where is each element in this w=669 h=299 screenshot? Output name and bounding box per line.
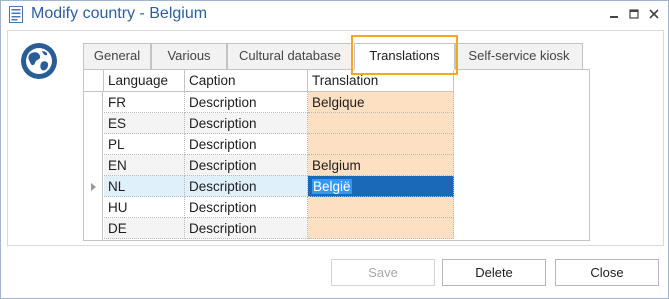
tab-various[interactable]: Various bbox=[151, 43, 227, 69]
cell-translation[interactable]: Belgium bbox=[308, 155, 454, 176]
table-row[interactable]: PL Description bbox=[84, 134, 454, 155]
cell-caption[interactable]: Description bbox=[185, 218, 308, 239]
modify-country-dialog: Modify country - Belgium General Various bbox=[0, 0, 669, 299]
cell-language[interactable]: EN bbox=[104, 155, 185, 176]
globe-icon bbox=[21, 43, 57, 79]
cell-caption[interactable]: Description bbox=[185, 155, 308, 176]
document-icon bbox=[9, 6, 23, 23]
title-bar[interactable]: Modify country - Belgium bbox=[1, 1, 668, 29]
tab-label: Self-service kiosk bbox=[468, 48, 570, 63]
cell-language[interactable]: NL bbox=[104, 176, 185, 197]
cell-caption[interactable]: Description bbox=[185, 197, 308, 218]
table-row[interactable]: EN Description Belgium bbox=[84, 155, 454, 176]
cell-translation-editor[interactable]: België bbox=[308, 176, 454, 197]
table-row[interactable]: HU Description bbox=[84, 197, 454, 218]
cell-caption[interactable]: Description bbox=[185, 92, 308, 113]
column-header-translation[interactable]: Translation bbox=[308, 70, 454, 92]
table-row[interactable]: FR Description Belgique bbox=[84, 92, 454, 113]
close-icon[interactable] bbox=[645, 6, 663, 22]
cell-translation[interactable] bbox=[308, 197, 454, 218]
tab-self-service-kiosk[interactable]: Self-service kiosk bbox=[455, 43, 583, 69]
save-button[interactable]: Save bbox=[331, 259, 435, 286]
cell-language[interactable]: DE bbox=[104, 218, 185, 239]
cell-caption[interactable]: Description bbox=[185, 176, 308, 197]
tab-label: Translations bbox=[369, 48, 440, 63]
tab-general[interactable]: General bbox=[83, 43, 151, 69]
tab-cultural-database[interactable]: Cultural database bbox=[227, 43, 353, 69]
table-row-selected[interactable]: NL Description België bbox=[84, 176, 454, 197]
row-pointer-icon bbox=[91, 183, 96, 191]
cell-translation[interactable] bbox=[308, 134, 454, 155]
minimize-icon[interactable] bbox=[605, 6, 623, 22]
cell-caption[interactable]: Description bbox=[185, 113, 308, 134]
translations-grid[interactable]: Language Caption Translation FR Descript… bbox=[83, 69, 454, 241]
translation-edit-text[interactable]: België bbox=[312, 179, 352, 194]
cell-language[interactable]: PL bbox=[104, 134, 185, 155]
grid-header: Language Caption Translation bbox=[84, 70, 454, 92]
cell-language[interactable]: FR bbox=[104, 92, 185, 113]
tab-label: Cultural database bbox=[239, 48, 341, 63]
header-indicator-cell bbox=[84, 70, 104, 92]
cell-language[interactable]: HU bbox=[104, 197, 185, 218]
close-button[interactable]: Close bbox=[555, 259, 659, 286]
tab-label: General bbox=[93, 48, 141, 63]
tab-label: Various bbox=[167, 48, 211, 63]
cell-language[interactable]: ES bbox=[104, 113, 185, 134]
maximize-icon[interactable] bbox=[625, 6, 643, 22]
table-row[interactable]: ES Description bbox=[84, 113, 454, 134]
cell-translation[interactable] bbox=[308, 113, 454, 134]
column-header-caption[interactable]: Caption bbox=[185, 70, 308, 92]
cell-translation[interactable] bbox=[308, 218, 454, 239]
table-row[interactable]: DE Description bbox=[84, 218, 454, 239]
column-header-language[interactable]: Language bbox=[104, 70, 185, 92]
tab-translations[interactable]: Translations bbox=[354, 43, 455, 70]
window-title: Modify country - Belgium bbox=[31, 5, 208, 22]
content-panel: General Various Cultural database Transl… bbox=[7, 30, 664, 246]
cell-translation[interactable]: Belgique bbox=[308, 92, 454, 113]
cell-caption[interactable]: Description bbox=[185, 134, 308, 155]
delete-button[interactable]: Delete bbox=[442, 259, 546, 286]
